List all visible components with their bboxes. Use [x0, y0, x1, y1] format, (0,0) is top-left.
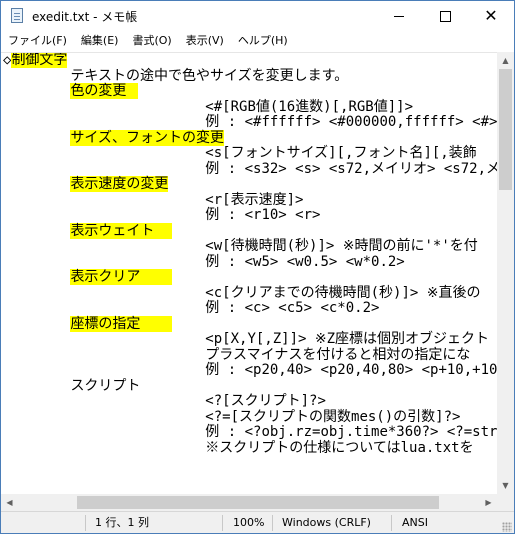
line-text: <c[クリアまでの待機時間(秒)]> ※直後の: [3, 284, 481, 301]
horizontal-scrollbar[interactable]: ◀ ▶: [1, 494, 497, 511]
line-text: スクリプト: [3, 377, 141, 394]
scrollbar-corner: [497, 494, 514, 511]
line-text: 例 : <r10> <r>: [3, 207, 321, 223]
editor-line[interactable]: <c[クリアまでの待機時間(秒)]> ※直後の: [3, 284, 497, 302]
highlighted-heading: サイズ、フォントの変更: [70, 129, 225, 146]
line-text: 例 : <c> <c5> <c*0.2>: [3, 300, 380, 316]
editor-line[interactable]: <p[X,Y[,Z]]> ※Z座標は個別オブジェクト: [3, 331, 497, 348]
close-icon: ✕: [484, 6, 498, 25]
scroll-right-icon[interactable]: ▶: [480, 494, 497, 511]
editor-line[interactable]: <w[待機時間(秒)]> ※時間の前に'*'を付: [3, 238, 497, 255]
title-bar[interactable]: exedit.txt - メモ帳 ✕: [1, 1, 514, 31]
editor-line[interactable]: 例 : <#ffffff> <#000000,ffffff> <#>: [3, 114, 497, 131]
editor-line[interactable]: スクリプト: [3, 377, 497, 395]
minimize-icon: [394, 15, 404, 17]
editor-line[interactable]: 表示速度の変更: [3, 176, 497, 193]
editor-line[interactable]: 例 : <p20,40> <p20,40,80> <p+10,+10>: [3, 362, 497, 379]
editor-line[interactable]: <s[フォントサイズ][,フォント名][,装飾: [3, 145, 497, 162]
editor-line[interactable]: 例 : <?obj.rz=obj.time*360?> <?=strin: [3, 424, 497, 441]
maximize-icon: [439, 10, 451, 22]
text-editor[interactable]: ◇制御文字 テキストの途中で色やサイズを変更します。 色の変更 <#[RGB値(…: [1, 52, 497, 495]
editor-line[interactable]: 表示ウェイト: [3, 222, 497, 240]
zoom-level: 100%: [233, 516, 265, 529]
close-button[interactable]: ✕: [468, 1, 514, 31]
editor-line[interactable]: <r[表示速度]>: [3, 191, 497, 209]
editor-line[interactable]: 表示クリア: [3, 269, 497, 286]
highlighted-heading: 表示速度の変更: [70, 176, 169, 192]
editor-line[interactable]: 例 : <r10> <r>: [3, 207, 497, 224]
menu-view[interactable]: 表示(V): [179, 31, 231, 51]
highlighted-heading: 色の変更: [70, 83, 138, 99]
editor-line[interactable]: ※スクリプトの仕様についてはlua.txtを: [3, 439, 497, 457]
line-text: テキストの途中で色やサイズを変更します。: [3, 67, 349, 84]
editor-line[interactable]: ◇制御文字: [3, 53, 497, 69]
encoding: ANSI: [402, 516, 428, 529]
scroll-left-icon[interactable]: ◀: [1, 494, 18, 511]
menu-format[interactable]: 書式(O): [125, 31, 178, 51]
line-text: <?=[スクリプトの関数mes()の引数]?>: [3, 408, 461, 425]
line-text: <w[待機時間(秒)]> ※時間の前に'*'を付: [3, 238, 478, 254]
line-text: [3, 269, 70, 285]
status-separator: [272, 515, 273, 531]
line-text: <?[スクリプト]?>: [3, 393, 326, 409]
editor-line[interactable]: 例 : <w5> <w0.5> <w*0.2>: [3, 253, 497, 271]
highlighted-heading: 表示クリア: [70, 269, 172, 285]
line-text: 例 : <#ffffff> <#000000,ffffff> <#>: [3, 114, 497, 130]
line-text: 例 : <?obj.rz=obj.time*360?> <?=strin: [3, 424, 497, 440]
editor-line[interactable]: 色の変更: [3, 83, 497, 100]
minimize-button[interactable]: [376, 1, 422, 31]
highlighted-heading: 表示ウェイト: [70, 222, 172, 239]
window-title: exedit.txt - メモ帳: [32, 10, 138, 24]
editor-line[interactable]: 例 : <s32> <s> <s72,メイリオ> <s72,メ: [3, 160, 497, 178]
line-text: 例 : <p20,40> <p20,40,80> <p+10,+10>: [3, 362, 497, 378]
notepad-window: exedit.txt - メモ帳 ✕ ファイル(F) 編集(E) 書式(O) 表…: [0, 0, 515, 534]
scroll-down-icon[interactable]: ▼: [497, 477, 514, 494]
highlighted-heading: 座標の指定: [70, 315, 172, 332]
line-text: [3, 83, 70, 99]
line-text: 例 : <s32> <s> <s72,メイリオ> <s72,メ: [3, 160, 497, 177]
line-text: [3, 176, 70, 192]
menu-help[interactable]: ヘルプ(H): [231, 31, 295, 51]
line-text: プラスマイナスを付けると相対の指定にな: [3, 346, 471, 363]
scroll-up-icon[interactable]: ▲: [497, 52, 514, 69]
cursor-position: 1 行、1 列: [95, 516, 149, 529]
line-text: [3, 223, 70, 239]
line-text: <r[表示速度]>: [3, 191, 304, 208]
line-text: [3, 130, 70, 146]
editor-line[interactable]: 例 : <c> <c5> <c*0.2>: [3, 300, 497, 317]
menu-edit[interactable]: 編集(E): [74, 31, 126, 51]
editor-text[interactable]: ◇制御文字 テキストの途中で色やサイズを変更します。 色の変更 <#[RGB値(…: [3, 53, 497, 456]
resize-grip-icon[interactable]: [502, 522, 512, 532]
line-text: 例 : <w5> <w0.5> <w*0.2>: [3, 253, 405, 270]
editor-line[interactable]: 座標の指定: [3, 315, 497, 333]
horizontal-scroll-thumb[interactable]: [77, 496, 439, 509]
maximize-button[interactable]: [422, 1, 468, 31]
line-text: ※スクリプトの仕様についてはlua.txtを: [3, 439, 474, 456]
line-text: <s[フォントサイズ][,フォント名][,装飾: [3, 145, 477, 161]
highlighted-heading: 制御文字: [11, 52, 68, 68]
editor-line[interactable]: <?[スクリプト]?>: [3, 393, 497, 410]
vertical-scroll-thumb[interactable]: [499, 69, 512, 190]
status-separator: [85, 515, 86, 531]
line-text: [3, 316, 70, 332]
line-text: <#[RGB値(16進数)[,RGB値]]>: [3, 98, 414, 115]
status-separator: [222, 515, 223, 531]
editor-line[interactable]: <?=[スクリプトの関数mes()の引数]?>: [3, 408, 497, 426]
vertical-scrollbar[interactable]: ▲ ▼: [497, 52, 514, 494]
notepad-icon: [11, 8, 23, 23]
editor-line[interactable]: <#[RGB値(16進数)[,RGB値]]>: [3, 98, 497, 116]
editor-line[interactable]: プラスマイナスを付けると相対の指定にな: [3, 346, 497, 364]
editor-line[interactable]: サイズ、フォントの変更: [3, 129, 497, 147]
line-text: <p[X,Y[,Z]]> ※Z座標は個別オブジェクト: [3, 331, 490, 347]
menu-bar: ファイル(F) 編集(E) 書式(O) 表示(V) ヘルプ(H): [1, 31, 514, 51]
status-bar: 1 行、1 列 100% Windows (CRLF) ANSI: [1, 511, 514, 533]
status-separator: [391, 515, 392, 531]
menu-file[interactable]: ファイル(F): [1, 31, 74, 51]
editor-line[interactable]: テキストの途中で色やサイズを変更します。: [3, 67, 497, 85]
line-ending: Windows (CRLF): [282, 516, 371, 529]
